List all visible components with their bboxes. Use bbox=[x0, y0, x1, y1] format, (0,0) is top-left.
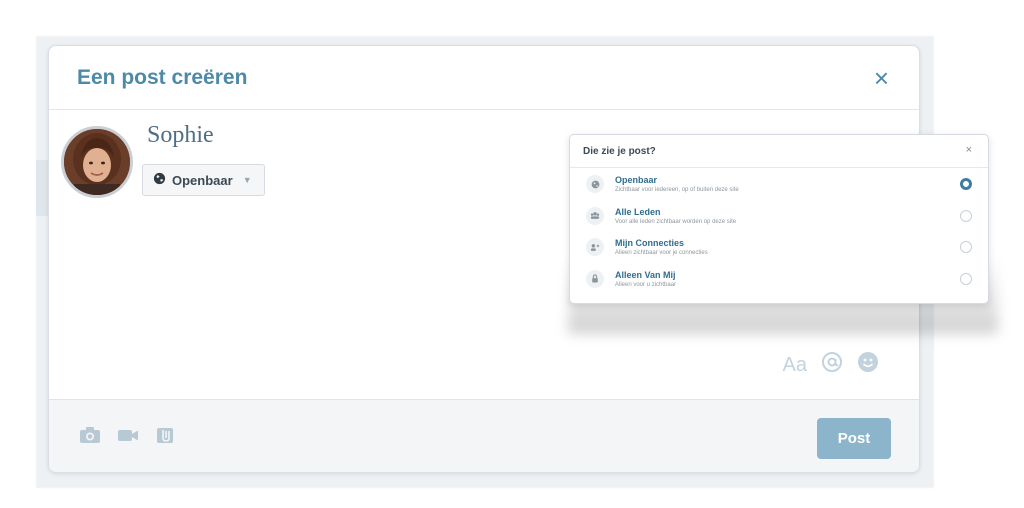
option-label: Openbaar bbox=[615, 175, 658, 185]
option-description: Alleen voor u zichtbaar bbox=[615, 281, 677, 288]
emoji-icon[interactable] bbox=[857, 351, 879, 379]
members-icon bbox=[586, 206, 604, 225]
modal-footer: Post bbox=[49, 399, 919, 472]
privacy-option-mijn-connecties[interactable]: Mijn Connecties Alleen zichtbaar voor je… bbox=[570, 231, 988, 263]
connections-icon bbox=[586, 238, 604, 256]
privacy-selector-button[interactable]: Openbaar ▼ bbox=[142, 164, 265, 196]
avatar bbox=[61, 126, 133, 198]
user-name: Sophie bbox=[147, 122, 214, 148]
close-icon[interactable]: × bbox=[874, 63, 889, 93]
lock-icon bbox=[586, 269, 604, 288]
option-description: Alleen zichtbaar voor je connecties bbox=[615, 250, 708, 256]
radio-button[interactable] bbox=[960, 272, 972, 285]
option-description: Zichtbaar voor iedereen, op of buiten de… bbox=[615, 187, 739, 193]
privacy-selected-label: Openbaar bbox=[172, 172, 233, 188]
radio-button[interactable] bbox=[960, 241, 972, 253]
radio-button[interactable] bbox=[960, 209, 972, 222]
option-label: Alleen Van Mij bbox=[615, 269, 676, 280]
mention-icon[interactable] bbox=[821, 351, 843, 379]
radio-button[interactable] bbox=[960, 178, 972, 190]
camera-icon[interactable] bbox=[79, 426, 101, 449]
caret-down-icon: ▼ bbox=[242, 175, 252, 185]
modal-title: Een post creëren bbox=[77, 66, 248, 89]
close-icon[interactable]: × bbox=[966, 144, 972, 156]
privacy-option-alle-leden[interactable]: Alle Leden Voor alle leden zichtbaar wor… bbox=[570, 200, 988, 232]
privacy-option-alleen-van-mij[interactable]: Alleen Van Mij Alleen voor u zichtbaar bbox=[570, 263, 988, 295]
post-button[interactable]: Post bbox=[817, 418, 891, 459]
option-label: Alle Leden bbox=[615, 206, 661, 217]
option-description: Voor alle leden zichtbaar worden op deze… bbox=[615, 218, 737, 225]
globe-icon bbox=[153, 172, 166, 188]
attachment-icon[interactable] bbox=[155, 426, 177, 449]
option-label: Mijn Connecties bbox=[615, 238, 685, 248]
avatar-image bbox=[64, 129, 130, 195]
attachment-toolbar bbox=[79, 426, 177, 449]
privacy-popover: Die zie je post? × Openbaar Zichtbaar vo… bbox=[569, 134, 989, 304]
popover-header: Die zie je post? × bbox=[570, 135, 988, 168]
text-format-icon[interactable]: Aa bbox=[783, 354, 807, 377]
modal-header: Een post creëren × bbox=[49, 46, 919, 110]
composer-tools: Aa bbox=[783, 351, 879, 379]
privacy-option-openbaar[interactable]: Openbaar Zichtbaar voor iedereen, op of … bbox=[570, 168, 988, 200]
popover-title: Die zie je post? bbox=[583, 146, 656, 157]
video-icon[interactable] bbox=[117, 426, 139, 449]
globe-icon bbox=[586, 175, 604, 193]
